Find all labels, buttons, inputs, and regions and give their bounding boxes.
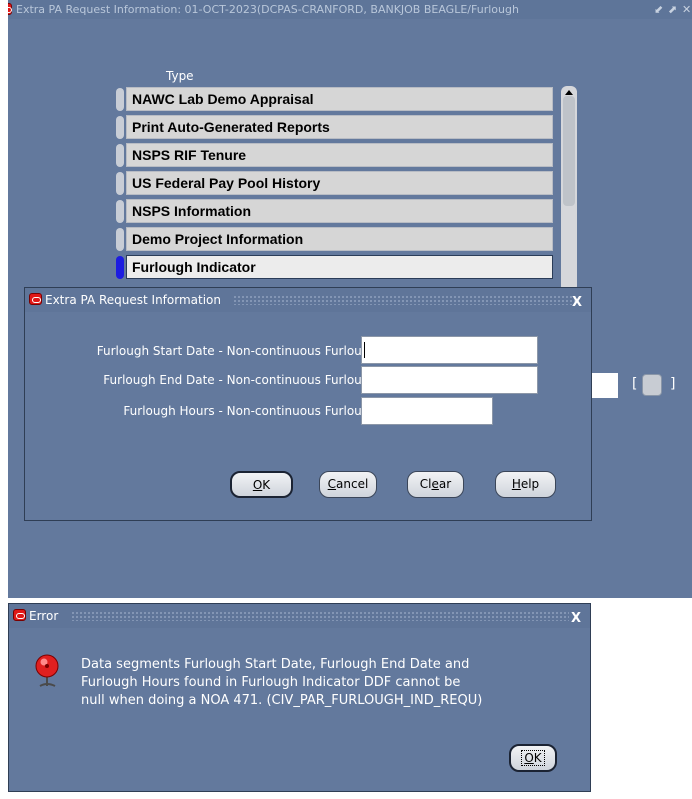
row-selector[interactable] (116, 144, 124, 167)
error-ok-focus: OK (521, 750, 545, 766)
row-selector[interactable] (116, 200, 124, 223)
error-message-line: Data segments Furlough Start Date, Furlo… (81, 657, 470, 672)
row-selector[interactable] (116, 256, 124, 279)
dialog-close-icon[interactable]: X (572, 291, 582, 315)
oracle-logo-icon (8, 3, 12, 15)
dialog-title: Extra PA Request Information (45, 293, 222, 307)
main-window-titlebar: Extra PA Request Information: 01-OCT-202… (8, 0, 692, 19)
furlough-hours-label: Furlough Hours - Non-continuous Furlough (123, 404, 377, 418)
type-row[interactable]: Print Auto-Generated Reports (126, 115, 553, 139)
cancel-label: ancel (336, 477, 369, 491)
oracle-logo-icon (13, 609, 26, 621)
bracket-left: [ (632, 376, 638, 392)
furlough-start-date-field[interactable] (361, 336, 538, 364)
furlough-hours-field[interactable] (361, 397, 493, 425)
error-message-line: Furlough Hours found in Furlough Indicat… (81, 675, 461, 690)
type-column-header: Type (166, 69, 194, 83)
titlebar-grip (71, 611, 569, 621)
clear-label: ar (438, 477, 452, 491)
clear-button[interactable]: Clear (407, 471, 464, 498)
minimize-icon[interactable]: ⬋ (654, 0, 663, 19)
type-row[interactable]: Furlough Indicator (126, 255, 553, 279)
main-window-title: Extra PA Request Information: 01-OCT-202… (16, 3, 519, 16)
ok-mnemonic: O (252, 478, 263, 492)
extra-pa-dialog: Extra PA Request Information X Furlough … (24, 287, 592, 521)
scrollbar-thumb[interactable] (563, 96, 575, 206)
type-row[interactable]: NSPS RIF Tenure (126, 143, 553, 167)
oracle-logo-icon (29, 293, 42, 305)
maximize-icon[interactable]: ⬈ (668, 0, 677, 19)
clear-mnemonic: e (431, 477, 439, 491)
flex-field-button[interactable] (642, 374, 662, 396)
scroll-up-arrow-icon[interactable] (565, 90, 573, 95)
dialog-titlebar: Extra PA Request Information X (25, 288, 591, 312)
type-row[interactable]: Demo Project Information (126, 227, 553, 251)
help-button[interactable]: Help (495, 471, 556, 498)
close-icon[interactable]: ✕ (682, 0, 691, 19)
background-text-field[interactable] (590, 373, 618, 398)
ok-button[interactable]: OK (230, 471, 293, 498)
help-mnemonic: H (511, 477, 521, 491)
error-message-line: null when doing a NOA 471. (CIV_PAR_FURL… (81, 693, 483, 708)
type-row[interactable]: NSPS Information (126, 199, 553, 223)
cancel-mnemonic: C (327, 477, 337, 491)
cancel-button[interactable]: Cancel (319, 471, 377, 498)
bracket-right: ] (670, 376, 676, 392)
furlough-end-date-field[interactable] (361, 366, 538, 394)
alarm-bell-icon (35, 654, 59, 687)
type-row[interactable]: US Federal Pay Pool History (126, 171, 553, 195)
error-ok-button[interactable]: OK (509, 744, 557, 772)
row-selector[interactable] (116, 228, 124, 251)
help-label: elp (520, 477, 540, 491)
row-selector[interactable] (116, 172, 124, 195)
error-dialog-title: Error (29, 609, 59, 623)
error-ok-label: K (533, 751, 542, 765)
clear-label-pre: Cl (419, 477, 432, 491)
titlebar-grip (233, 295, 577, 305)
furlough-start-date-label: Furlough Start Date - Non-continuous Fur… (96, 344, 377, 358)
error-ok-mnemonic: O (524, 751, 534, 765)
row-selector[interactable] (116, 116, 124, 139)
error-close-icon[interactable]: X (571, 607, 581, 631)
ok-label: K (262, 478, 271, 492)
error-message: Data segments Furlough Start Date, Furlo… (81, 656, 576, 710)
furlough-end-date-label: Furlough End Date - Non-continuous Furlo… (103, 373, 377, 387)
row-selector[interactable] (116, 88, 124, 111)
error-dialog: Error X Data segments Furlough Start Dat… (8, 603, 591, 792)
error-titlebar: Error X (9, 604, 590, 628)
text-cursor (364, 342, 365, 358)
type-row[interactable]: NAWC Lab Demo Appraisal (126, 87, 553, 111)
